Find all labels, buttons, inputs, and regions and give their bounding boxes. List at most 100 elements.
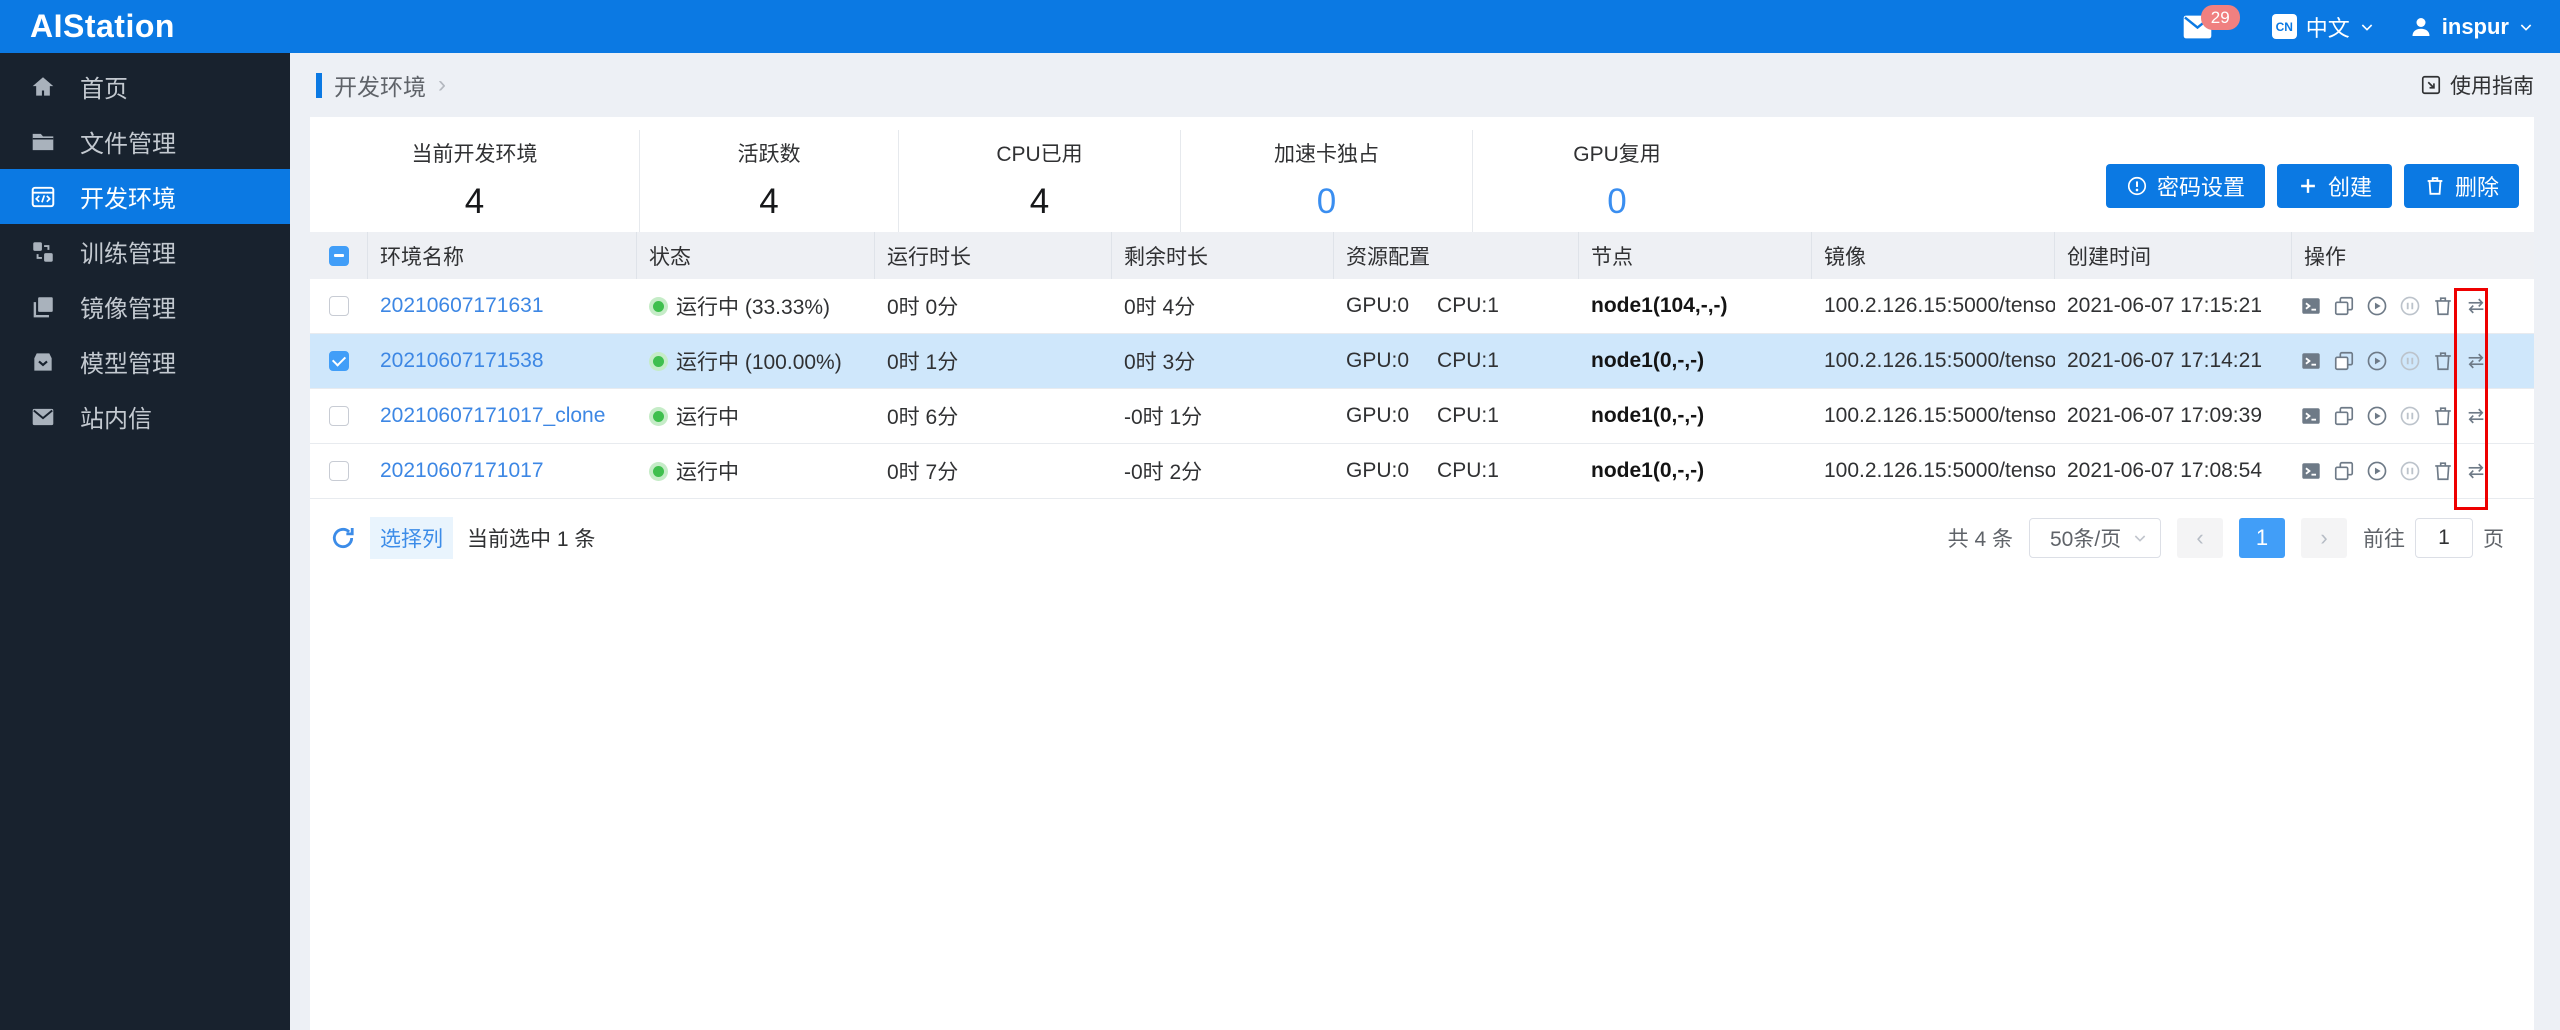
sidebar-item-label: 文件管理: [80, 131, 176, 158]
operations-cell: [2292, 334, 2534, 388]
delete-icon[interactable]: [2432, 460, 2454, 482]
runtime-cell: 0时 0分: [887, 296, 959, 319]
env-name-link[interactable]: 20210607171017_clone: [380, 404, 605, 428]
table-row[interactable]: 20210607171631 运行中 (33.33%) 0时 0分 0时 4分 GPU:…: [310, 279, 2534, 334]
clone-icon[interactable]: [2333, 460, 2355, 482]
column-header: 镜像: [1812, 232, 2055, 279]
trash-icon: [2424, 175, 2446, 197]
pause-icon[interactable]: [2399, 295, 2421, 317]
sidebar-item-model-box[interactable]: 模型管理: [0, 334, 290, 389]
sidebar: 首页文件管理开发环境 训练管理 镜像管理 模型管理 站内信: [0, 53, 290, 1030]
column-header: 节点: [1579, 232, 1812, 279]
pause-icon[interactable]: [2399, 350, 2421, 372]
status-text: 运行中: [676, 461, 739, 484]
created-cell: 2021-06-07 17:08:54: [2067, 459, 2262, 482]
stat-label: CPU已用: [996, 143, 1083, 166]
start-icon[interactable]: [2366, 460, 2388, 482]
remaining-cell: -0时 1分: [1124, 406, 1203, 429]
refresh-icon[interactable]: [330, 525, 356, 551]
transfer-icon[interactable]: [2465, 460, 2487, 482]
runtime-cell: 0时 7分: [887, 461, 959, 484]
node-cell: node1(104,-,-): [1579, 279, 1812, 333]
app-logo[interactable]: AIStation: [30, 8, 175, 45]
delete-icon[interactable]: [2432, 405, 2454, 427]
goto-page-group: 前往 页: [2363, 518, 2504, 558]
sidebar-item-envelope[interactable]: 站内信: [0, 389, 290, 444]
operations-cell: [2292, 444, 2534, 498]
selected-count-text: 当前选中 1 条: [467, 528, 596, 551]
env-name-link[interactable]: 20210607171538: [380, 349, 544, 373]
breadcrumb-current: 开发环境: [334, 74, 426, 100]
sidebar-item-layers[interactable]: 镜像管理: [0, 279, 290, 334]
clone-icon[interactable]: [2333, 405, 2355, 427]
start-icon[interactable]: [2366, 405, 2388, 427]
language-switcher[interactable]: CN 中文: [2271, 11, 2375, 43]
cpu-value: CPU:1: [1437, 349, 1499, 372]
status-dot-icon: [653, 465, 664, 477]
row-checkbox[interactable]: [329, 296, 349, 316]
gpu-value: GPU:0: [1346, 349, 1410, 372]
stat-label: 当前开发环境: [411, 143, 538, 166]
start-icon[interactable]: [2366, 350, 2388, 372]
select-all-checkbox[interactable]: [328, 245, 349, 266]
breadcrumb[interactable]: 开发环境 ›: [316, 68, 446, 102]
clone-icon[interactable]: [2333, 350, 2355, 372]
terminal-icon[interactable]: [2300, 350, 2322, 372]
goto-page-input[interactable]: [2415, 518, 2473, 558]
env-name-link[interactable]: 20210607171017: [380, 459, 544, 483]
pause-icon[interactable]: [2399, 460, 2421, 482]
envelope-icon: [30, 404, 56, 430]
stat-card: CPU已用 4: [899, 130, 1181, 232]
sidebar-item-training[interactable]: 训练管理: [0, 224, 290, 279]
next-page-button[interactable]: ›: [2301, 518, 2347, 558]
prev-page-button[interactable]: ‹: [2177, 518, 2223, 558]
row-checkbox[interactable]: [329, 461, 349, 481]
sidebar-item-folder[interactable]: 文件管理: [0, 114, 290, 169]
delete-button[interactable]: 删除: [2403, 164, 2519, 208]
clone-icon[interactable]: [2333, 295, 2355, 317]
transfer-icon[interactable]: [2465, 350, 2487, 372]
terminal-icon[interactable]: [2300, 295, 2322, 317]
mail-badge: 29: [2200, 4, 2240, 30]
column-header: 操作: [2304, 245, 2346, 269]
env-name-link[interactable]: 20210607171631: [380, 294, 544, 318]
delete-icon[interactable]: [2432, 295, 2454, 317]
table-row[interactable]: 20210607171017_clone 运行中 0时 6分 -0时 1分 GPU:0 C…: [310, 389, 2534, 444]
goto-suffix: 页: [2483, 528, 2504, 551]
gpu-value: GPU:0: [1346, 404, 1410, 427]
status-dot-icon: [653, 410, 664, 422]
topbar-right: 29 CN 中文 inspur: [2183, 4, 2534, 43]
row-checkbox[interactable]: [329, 406, 349, 426]
create-button[interactable]: 创建: [2276, 164, 2392, 208]
terminal-icon[interactable]: [2300, 460, 2322, 482]
sidebar-item-code-window[interactable]: 开发环境: [0, 169, 290, 224]
row-checkbox[interactable]: [329, 351, 349, 371]
node-value: node1(104,-,-): [1591, 294, 1728, 317]
language-label: 中文: [2305, 15, 2350, 41]
stat-card: 活跃数 4: [640, 130, 899, 232]
transfer-icon[interactable]: [2465, 405, 2487, 427]
stat-value: 4: [464, 182, 485, 221]
delete-icon[interactable]: [2432, 350, 2454, 372]
pause-icon[interactable]: [2399, 405, 2421, 427]
page-size-select[interactable]: 50条/页: [2029, 518, 2161, 558]
guide-link[interactable]: 使用指南: [2420, 70, 2534, 100]
terminal-icon[interactable]: [2300, 405, 2322, 427]
row-checkbox-cell: [310, 444, 368, 498]
mail-button[interactable]: 29: [2183, 4, 2240, 39]
password-settings-button[interactable]: 密码设置: [2105, 164, 2265, 208]
status-cell: 运行中: [637, 444, 875, 498]
operations-cell: [2292, 279, 2534, 333]
resource-cell: GPU:0 CPU:1: [1334, 334, 1579, 388]
table-row[interactable]: 20210607171538 运行中 (100.00%) 0时 1分 0时 3分 GPU…: [310, 334, 2534, 389]
start-icon[interactable]: [2366, 295, 2388, 317]
select-columns-button[interactable]: 选择列: [370, 517, 453, 559]
user-menu[interactable]: inspur: [2409, 14, 2534, 40]
sidebar-item-home[interactable]: 首页: [0, 59, 290, 114]
current-page-button[interactable]: 1: [2239, 518, 2285, 558]
env-name-cell: 20210607171538: [368, 334, 637, 388]
table-row[interactable]: 20210607171017 运行中 0时 7分 -0时 2分 GPU:0 CPU:1 no…: [310, 444, 2534, 499]
stat-value: 4: [759, 182, 779, 221]
transfer-icon[interactable]: [2465, 295, 2487, 317]
status-dot-icon: [653, 355, 664, 367]
